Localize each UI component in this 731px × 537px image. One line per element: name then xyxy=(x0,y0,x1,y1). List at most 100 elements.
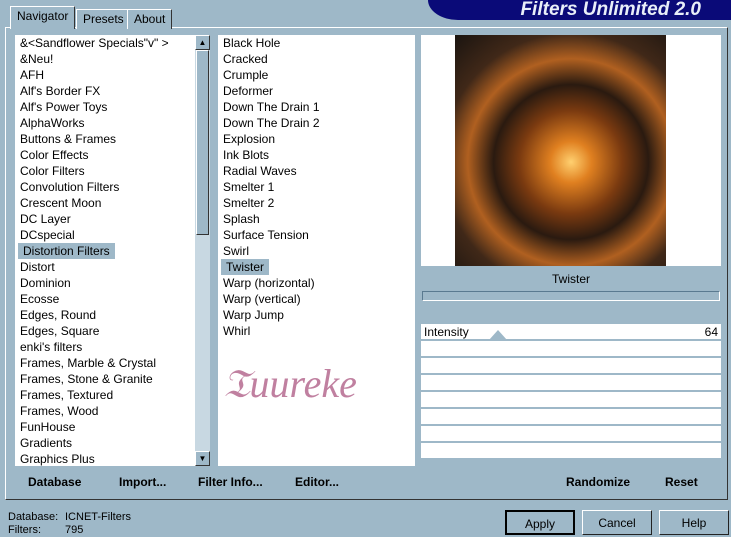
list-item-label: AlphaWorks xyxy=(20,116,85,130)
list-item[interactable]: Edges, Square xyxy=(15,323,195,339)
list-item[interactable]: &<Sandflower Specials"v" > xyxy=(15,35,195,51)
filter-list[interactable]: 𝔗uureke Black Hole Cracked Crumple Deformer… xyxy=(218,35,415,466)
list-item[interactable]: Crumple xyxy=(218,67,415,83)
list-item-label: Warp Jump xyxy=(223,308,284,322)
list-item[interactable]: Convolution Filters xyxy=(15,179,195,195)
list-item-label: Color Filters xyxy=(20,164,85,178)
list-item-label: Down The Drain 2 xyxy=(223,116,320,130)
list-item[interactable]: Surface Tension xyxy=(218,227,415,243)
list-item[interactable]: AlphaWorks xyxy=(15,115,195,131)
list-item-label: Graphics Plus xyxy=(20,452,95,466)
reset-button[interactable]: Reset xyxy=(665,475,698,489)
list-item-label: Distortion Filters xyxy=(18,243,115,259)
import-button[interactable]: Import... xyxy=(119,475,166,489)
list-item[interactable]: Explosion xyxy=(218,131,415,147)
list-item[interactable]: Splash xyxy=(218,211,415,227)
list-item[interactable]: Down The Drain 1 xyxy=(218,99,415,115)
cancel-button[interactable]: Cancel xyxy=(582,510,652,535)
scroll-up-button[interactable]: ▲ xyxy=(195,35,210,50)
list-item-label: Alf's Border FX xyxy=(20,84,101,98)
tab-presets[interactable]: Presets xyxy=(76,9,131,29)
list-item[interactable]: Frames, Wood xyxy=(15,403,195,419)
list-item[interactable]: &Neu! xyxy=(15,51,195,67)
apply-button[interactable]: Apply xyxy=(505,510,575,535)
list-item[interactable]: Warp (vertical) xyxy=(218,291,415,307)
list-item-label: Swirl xyxy=(223,244,249,258)
list-item-label: Dominion xyxy=(20,276,71,290)
list-item[interactable]: Swirl xyxy=(218,243,415,259)
watermark-logo: 𝔗uureke xyxy=(223,361,357,406)
slider-handle[interactable] xyxy=(489,330,507,340)
list-item[interactable]: Gradients xyxy=(15,435,195,451)
list-item[interactable]: Buttons & Frames xyxy=(15,131,195,147)
list-item[interactable]: DC Layer xyxy=(15,211,195,227)
list-item[interactable]: Frames, Marble & Crystal xyxy=(15,355,195,371)
list-item-label: Alf's Power Toys xyxy=(20,100,108,114)
list-item-label: Edges, Square xyxy=(20,324,100,338)
list-item-label: &Neu! xyxy=(20,52,54,66)
list-item[interactable]: Alf's Power Toys xyxy=(15,99,195,115)
list-item-label: Crescent Moon xyxy=(20,196,102,210)
category-list[interactable]: &<Sandflower Specials"v" > &Neu! AFH Alf's … xyxy=(15,35,195,466)
list-item-label: Frames, Marble & Crystal xyxy=(20,356,157,370)
filter-info-button[interactable]: Filter Info... xyxy=(198,475,263,489)
empty-slider-row xyxy=(421,392,721,407)
list-item[interactable]: Color Effects xyxy=(15,147,195,163)
list-item[interactable]: Ink Blots xyxy=(218,147,415,163)
database-button[interactable]: Database xyxy=(28,475,81,489)
list-item-label: Buttons & Frames xyxy=(20,132,117,146)
list-item-label: Frames, Wood xyxy=(20,404,99,418)
list-item[interactable]: Deformer xyxy=(218,83,415,99)
list-item[interactable]: Radial Waves xyxy=(218,163,415,179)
list-item-label: Twister xyxy=(221,259,270,275)
status-database-value: ICNET-Filters xyxy=(65,511,131,523)
list-item[interactable]: Frames, Textured xyxy=(15,387,195,403)
list-item[interactable]: Graphics Plus xyxy=(15,451,195,466)
list-item[interactable]: AFH xyxy=(15,67,195,83)
list-item-label: Smelter 1 xyxy=(223,180,275,194)
empty-slider-row xyxy=(421,426,721,441)
list-item[interactable]: Whirl xyxy=(218,323,415,339)
list-item[interactable]: Dominion xyxy=(15,275,195,291)
list-item[interactable]: Down The Drain 2 xyxy=(218,115,415,131)
list-item-label: Color Effects xyxy=(20,148,89,162)
list-item[interactable]: Twister xyxy=(218,259,415,275)
app-title-banner: Filters Unlimited 2.0 xyxy=(428,0,731,20)
help-button[interactable]: Help xyxy=(659,510,729,535)
list-item-label: Crumple xyxy=(223,68,269,82)
list-item[interactable]: Smelter 1 xyxy=(218,179,415,195)
list-item[interactable]: Edges, Round xyxy=(15,307,195,323)
list-item-label: DCspecial xyxy=(20,228,75,242)
list-item[interactable]: Ecosse xyxy=(15,291,195,307)
list-item[interactable]: Cracked xyxy=(218,51,415,67)
list-item-label: &<Sandflower Specials"v" > xyxy=(20,36,169,50)
list-item-label: Gradients xyxy=(20,436,73,450)
randomize-button[interactable]: Randomize xyxy=(566,475,630,489)
list-item[interactable]: Color Filters xyxy=(15,163,195,179)
list-item[interactable]: Warp (horizontal) xyxy=(218,275,415,291)
list-item-label: Ecosse xyxy=(20,292,60,306)
list-item[interactable]: Smelter 2 xyxy=(218,195,415,211)
list-item[interactable]: FunHouse xyxy=(15,419,195,435)
tab-navigator[interactable]: Navigator xyxy=(10,6,76,29)
list-item[interactable]: enki's filters xyxy=(15,339,195,355)
editor-button[interactable]: Editor... xyxy=(295,475,339,489)
progress-bar xyxy=(422,291,720,301)
scroll-down-button[interactable]: ▼ xyxy=(195,451,210,466)
list-item[interactable]: Frames, Stone & Granite xyxy=(15,371,195,387)
list-item[interactable]: Black Hole xyxy=(218,35,415,51)
scroll-thumb[interactable] xyxy=(196,50,209,235)
list-item-label: enki's filters xyxy=(20,340,83,354)
list-item[interactable]: Warp Jump xyxy=(218,307,415,323)
list-item-label: Down The Drain 1 xyxy=(223,100,320,114)
list-item[interactable]: DCspecial xyxy=(15,227,195,243)
list-item[interactable]: Distortion Filters xyxy=(15,243,195,259)
list-item[interactable]: Crescent Moon xyxy=(15,195,195,211)
list-item-label: Deformer xyxy=(223,84,274,98)
list-item[interactable]: Alf's Border FX xyxy=(15,83,195,99)
tab-about[interactable]: About xyxy=(127,9,173,29)
list-item-label: Frames, Stone & Granite xyxy=(20,372,153,386)
status-database-label: Database: xyxy=(8,511,59,523)
slider-intensity[interactable]: Intensity 64 xyxy=(421,324,721,340)
list-item[interactable]: Distort xyxy=(15,259,195,275)
